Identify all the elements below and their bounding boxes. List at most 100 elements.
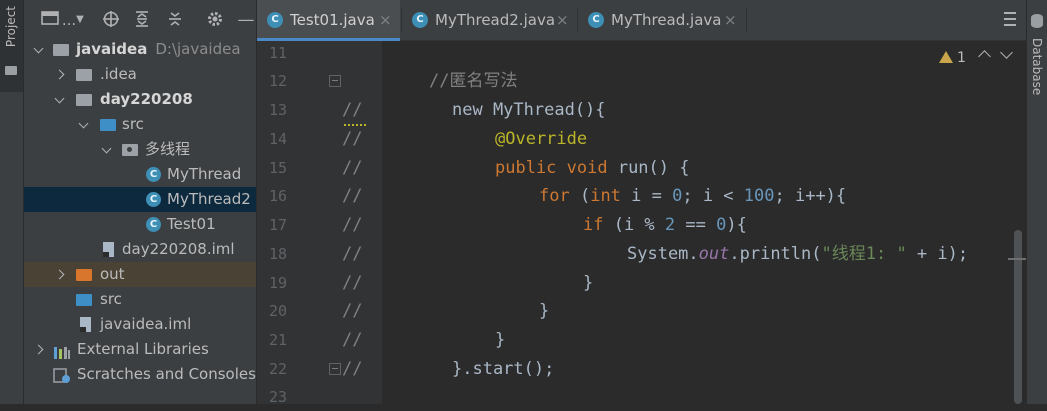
- hamburger-menu-icon[interactable]: [1003, 10, 1017, 28]
- tree-item-idea[interactable]: .idea: [24, 62, 256, 87]
- view-mode-icon[interactable]: [41, 10, 59, 30]
- comment-marker: //: [342, 186, 363, 206]
- code-text: (: [569, 186, 591, 206]
- locate-icon[interactable]: [101, 10, 121, 30]
- caret-row-marker: [1008, 258, 1027, 260]
- code-line-marker: //: [342, 326, 362, 354]
- line-number: 20: [268, 302, 287, 320]
- database-tool-label[interactable]: Database: [1030, 38, 1044, 95]
- chevron-down-icon[interactable]: [33, 45, 43, 55]
- code-line-marker: //: [342, 96, 362, 124]
- tree-item-label: MyThread: [167, 165, 242, 183]
- tree-item-src[interactable]: src: [24, 112, 256, 137]
- warnings-indicator[interactable]: 1: [939, 48, 966, 68]
- class-icon: C: [412, 12, 428, 28]
- code-text: + i);: [906, 244, 969, 264]
- chevron-down-icon[interactable]: [101, 145, 111, 155]
- code-line: for (int i = 0; i < 100; i++){: [539, 182, 846, 210]
- line-number: 11: [268, 44, 287, 62]
- editor-gutter[interactable]: 11 12 13 14 15 16 17 18 19 20 21 22 23: [257, 41, 382, 406]
- chevron-down-icon[interactable]: [54, 95, 64, 105]
- tab-test01[interactable]: C Test01.java ×: [257, 0, 400, 41]
- line-number: 21: [268, 331, 287, 349]
- tree-item-test01[interactable]: C Test01: [24, 212, 256, 237]
- tree-item-out[interactable]: out: [24, 262, 256, 287]
- source-folder-icon: [100, 119, 116, 131]
- left-tool-strip: Project: [0, 0, 24, 404]
- tree-item-mythread[interactable]: C MyThread: [24, 162, 256, 187]
- close-icon[interactable]: ×: [379, 0, 392, 40]
- tree-item-javaidea[interactable]: javaidea D:\javaidea: [24, 37, 256, 62]
- tree-item-src-root[interactable]: src: [24, 287, 256, 312]
- project-panel: ... ▼ — javaidea D:\javaidea .idea day220…: [24, 0, 256, 404]
- warning-icon: [939, 51, 953, 63]
- tree-item-javaidea-iml[interactable]: javaidea.iml: [24, 312, 256, 337]
- code-text: i =: [620, 186, 673, 206]
- class-icon: C: [146, 192, 161, 207]
- code-text: ; i++){: [774, 186, 847, 206]
- code-keyword: public void: [495, 158, 608, 178]
- comment-marker: //: [342, 330, 363, 350]
- expand-all-icon[interactable]: [132, 10, 152, 30]
- folder-icon[interactable]: [5, 66, 17, 75]
- line-number: 13: [268, 101, 287, 119]
- editor-tabbar: C Test01.java × C MyThread2.java × C MyT…: [257, 0, 1026, 41]
- project-tool-tab[interactable]: Project: [0, 0, 23, 92]
- tree-item-package[interactable]: 多线程: [24, 137, 256, 162]
- fold-toggle-icon[interactable]: [329, 363, 341, 375]
- tree-item-label: src: [122, 115, 144, 133]
- comment-marker: //: [342, 244, 363, 264]
- comment-marker: //: [342, 215, 363, 235]
- tree-item-label: Test01: [167, 215, 216, 233]
- tree-item-label: External Libraries: [77, 340, 209, 358]
- close-icon[interactable]: ×: [724, 0, 737, 40]
- code-annotation: @Override: [495, 129, 588, 149]
- line-number: 23: [268, 388, 287, 406]
- code-line: }: [583, 273, 594, 293]
- tree-item-external-libraries[interactable]: External Libraries: [24, 337, 256, 362]
- code-line: }.start();: [452, 359, 555, 379]
- tree-item-day220208[interactable]: day220208: [24, 87, 256, 112]
- tree-item-scratches[interactable]: Scratches and Consoles: [24, 362, 256, 387]
- code-keyword: if: [583, 215, 604, 235]
- gear-icon[interactable]: [205, 10, 225, 30]
- tab-separator: [746, 8, 747, 32]
- comment-marker: //: [342, 273, 363, 293]
- fold-toggle-icon[interactable]: [329, 75, 341, 87]
- code-number: 0: [716, 215, 727, 235]
- code-line-marker: //: [342, 269, 362, 297]
- editor-scrollbar[interactable]: [1014, 230, 1022, 404]
- code-line: if (i % 2 == 0){: [583, 211, 747, 239]
- chevron-down-icon[interactable]: ▼: [75, 10, 85, 30]
- code-text: System.: [627, 244, 699, 264]
- collapse-all-icon[interactable]: [165, 10, 185, 30]
- comment-marker: //: [342, 158, 363, 178]
- tree-item-day220208-iml[interactable]: day220208.iml: [24, 237, 256, 262]
- code-line: }: [495, 330, 506, 350]
- excluded-folder-icon: [76, 269, 92, 281]
- chevron-down-icon[interactable]: [78, 120, 88, 130]
- chevron-right-icon[interactable]: [54, 70, 64, 80]
- code-editor[interactable]: 11 12 13 14 15 16 17 18 19 20 21 22 23 /…: [257, 41, 1026, 406]
- code-string: "线程1: ": [821, 244, 907, 264]
- code-text: .println(: [729, 244, 822, 264]
- chevron-right-icon[interactable]: [54, 270, 64, 280]
- code-line: //匿名写法: [429, 67, 517, 95]
- folder-icon: [76, 69, 92, 81]
- hide-panel-icon[interactable]: —: [237, 10, 255, 30]
- code-text: ; i <: [682, 186, 744, 206]
- tab-mythread2[interactable]: C MyThread2.java ×: [402, 0, 577, 38]
- tree-item-path: D:\javaidea: [155, 40, 241, 58]
- project-tool-label[interactable]: Project: [4, 6, 18, 47]
- tree-item-label: day220208.iml: [122, 240, 235, 258]
- tree-item-mythread2[interactable]: C MyThread2: [24, 187, 256, 212]
- tree-item-label: day220208: [100, 90, 193, 108]
- chevron-right-icon[interactable]: [33, 345, 43, 355]
- tab-mythread[interactable]: C MyThread.java ×: [578, 0, 746, 38]
- code-line: System.out.println("线程1: " + i);: [627, 240, 968, 268]
- comment-marker: //: [342, 100, 363, 120]
- tab-label: MyThread2.java: [435, 11, 556, 29]
- module-folder-icon: [76, 94, 92, 106]
- close-icon[interactable]: ×: [556, 0, 569, 40]
- database-icon[interactable]: [1031, 14, 1043, 28]
